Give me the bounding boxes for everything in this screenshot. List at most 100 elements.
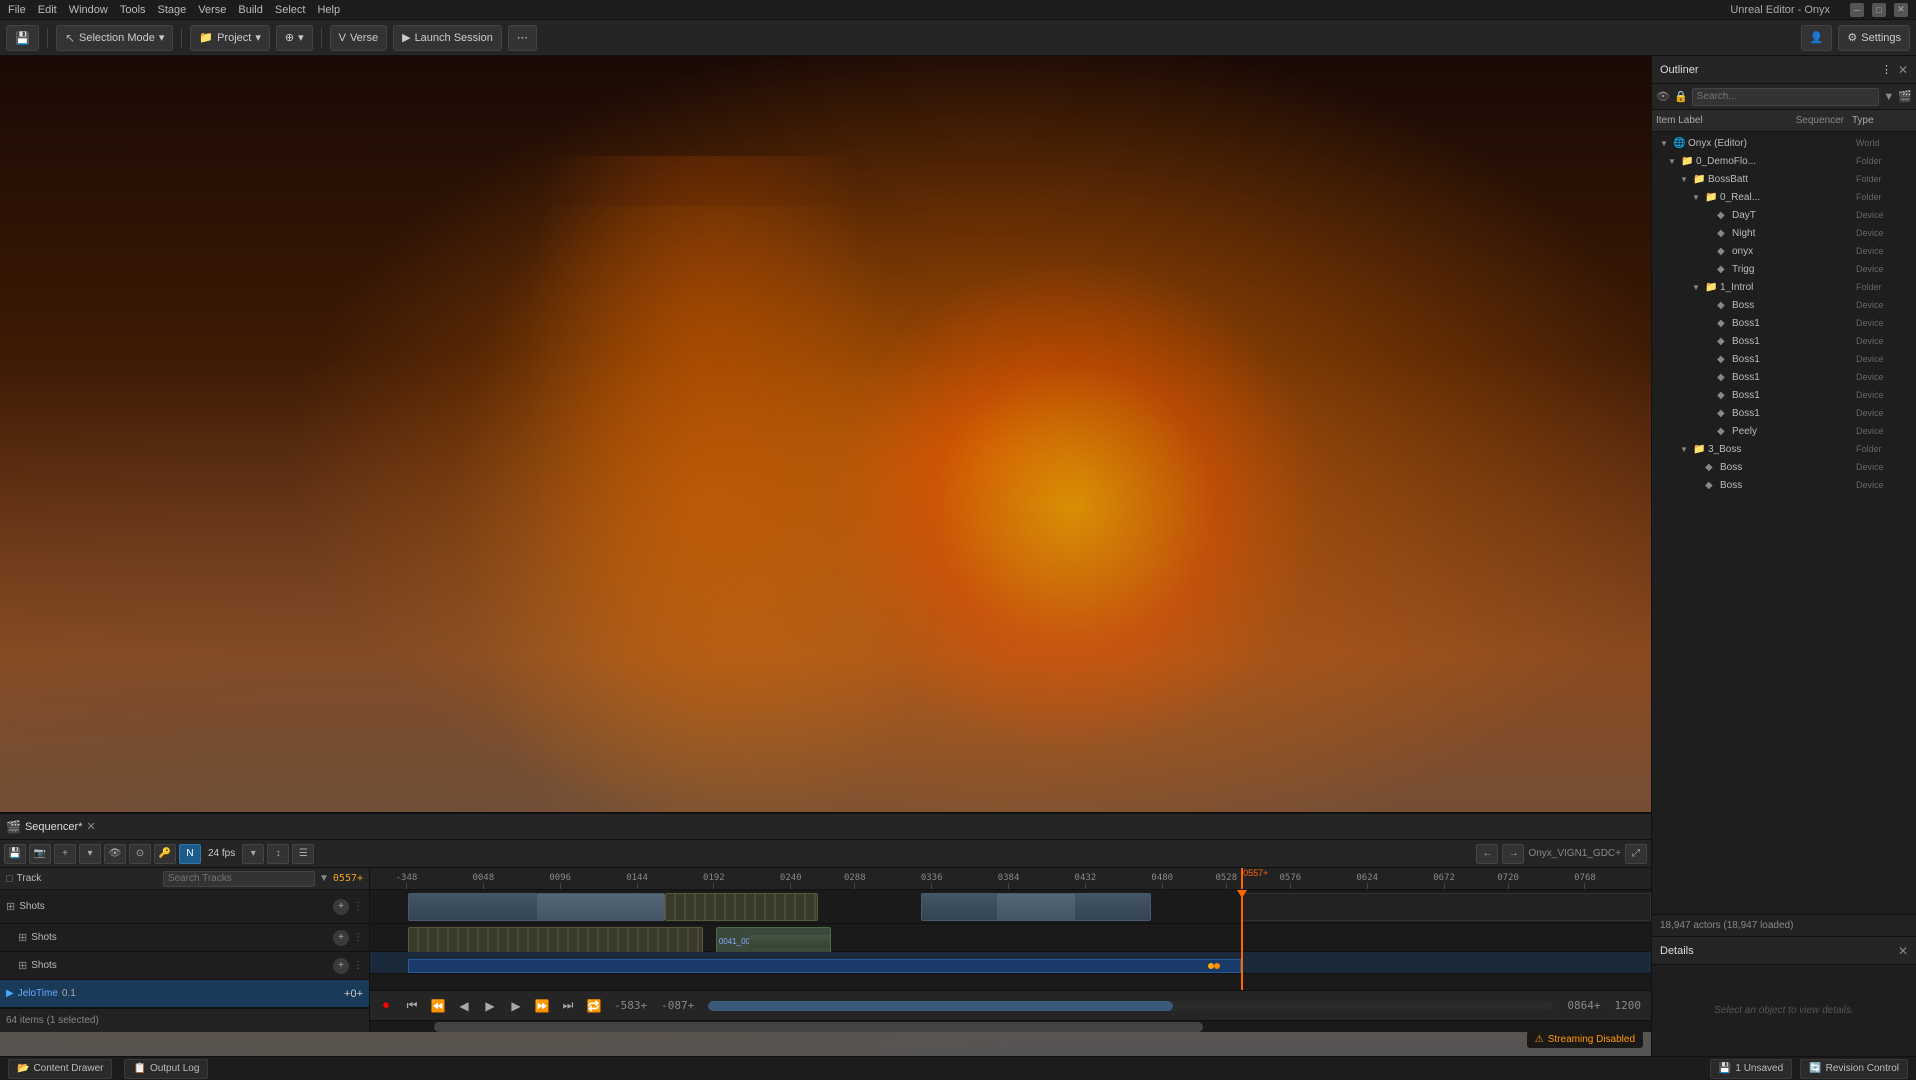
view-options-button[interactable]: 👤 [1801, 25, 1833, 51]
shots-sub-row1[interactable]: ⊞ Shots + ⋮ [0, 924, 369, 952]
more-options-button[interactable]: ⋯ [508, 25, 537, 51]
seq-lock-btn[interactable]: ⊙ [129, 844, 151, 864]
tree-item-peely[interactable]: ◆ Peely Device [1652, 422, 1916, 440]
tree-item-boss7[interactable]: ◆ Boss1 Device [1652, 404, 1916, 422]
output-log-button[interactable]: 📋 Output Log [124, 1059, 208, 1079]
tree-item-onyx2[interactable]: ◆ onyx Device [1652, 242, 1916, 260]
filter-icon[interactable]: ▼ [1883, 91, 1894, 103]
tree-item-trigg[interactable]: ◆ Trigg Device [1652, 260, 1916, 278]
track-search-input[interactable] [163, 871, 315, 887]
sequencer-close-button[interactable]: ✕ [86, 820, 95, 833]
tools-menu[interactable]: Tools [120, 4, 146, 16]
tree-item-1introl[interactable]: ▼ 📁 1_Introl Folder [1652, 278, 1916, 296]
select-menu[interactable]: Select [275, 4, 306, 16]
shots-track-row[interactable]: ⊞ Shots + ⋮ [0, 890, 369, 924]
tree-item-boss6[interactable]: ◆ Boss1 Device [1652, 386, 1916, 404]
go-start-btn[interactable]: ⏮ [402, 996, 422, 1016]
tree-item-boss5[interactable]: ◆ Boss1 Device [1652, 368, 1916, 386]
selection-mode-button[interactable]: ↖ Selection Mode ▾ [56, 25, 173, 51]
seq-camera-btn[interactable]: 📷 [29, 844, 51, 864]
jelo-time-track[interactable]: ▶ JeloTime 0.1 +0+ [0, 980, 369, 1008]
seq-next-btn[interactable]: → [1502, 844, 1524, 864]
shots-sub-add2[interactable]: + [333, 958, 349, 974]
clip-1[interactable] [408, 893, 664, 921]
project-button[interactable]: 📁 Project ▾ [190, 25, 269, 51]
seq-eye-btn[interactable]: 👁 [104, 844, 126, 864]
settings-button[interactable]: ⚙ Settings [1838, 25, 1910, 51]
step-back-btn[interactable]: ⏪ [428, 996, 448, 1016]
shots-sub-add1[interactable]: + [333, 930, 349, 946]
seq-save-btn[interactable]: 💾 [4, 844, 26, 864]
clip-sub1[interactable] [408, 927, 703, 955]
seq-play-range-btn[interactable]: ↕ [267, 844, 289, 864]
close-button[interactable]: ✕ [1894, 3, 1908, 17]
timeline-content[interactable]: 0041_0051 [370, 890, 1651, 990]
sequencer-icon[interactable]: 🎬 [1898, 90, 1912, 103]
seq-add-btn[interactable]: + [54, 844, 76, 864]
loop-btn[interactable]: 🔁 [584, 996, 604, 1016]
track-filter-btn[interactable]: ▼ [319, 873, 329, 884]
tree-item-boss2[interactable]: ◆ Boss1 Device [1652, 314, 1916, 332]
outliner-search-input[interactable] [1692, 88, 1880, 106]
sequencer-timeline[interactable]: -348 0048 0096 0144 [370, 868, 1651, 1032]
clip-2[interactable] [665, 893, 819, 921]
tree-item-0demofl[interactable]: ▼ 📁 0_DemoFlo... Folder [1652, 152, 1916, 170]
clip-3[interactable] [921, 893, 1152, 921]
seq-expand-btn[interactable]: ⤢ [1625, 844, 1647, 864]
lock-icon[interactable]: 🔒 [1674, 90, 1688, 103]
next-key-btn[interactable]: ▶ [506, 996, 526, 1016]
seq-prev-btn[interactable]: ← [1476, 844, 1498, 864]
prev-key-btn[interactable]: ◀ [454, 996, 474, 1016]
seq-misc-btn[interactable]: ☰ [292, 844, 314, 864]
tree-item-bossbatt[interactable]: ▼ 📁 BossBatt Folder [1652, 170, 1916, 188]
outliner-close-button[interactable]: ✕ [1898, 63, 1908, 77]
scrollbar-thumb[interactable] [434, 1022, 1203, 1032]
tree-item-onyx[interactable]: ▼ 🌐 Onyx (Editor) World [1652, 134, 1916, 152]
seq-key-btn[interactable]: 🔑 [154, 844, 176, 864]
edit-menu[interactable]: Edit [38, 4, 57, 16]
eye-icon[interactable]: 👁 [1656, 90, 1670, 103]
step-fwd-btn[interactable]: ⏩ [532, 996, 552, 1016]
content-drawer-button[interactable]: 📂 Content Drawer [8, 1059, 112, 1079]
shots-options[interactable]: ⋮ [353, 901, 363, 912]
build-menu[interactable]: Build [238, 4, 262, 16]
tree-item-boss8[interactable]: ◆ Boss Device [1652, 458, 1916, 476]
window-menu[interactable]: Window [69, 4, 108, 16]
shots-sub-options2[interactable]: ⋮ [353, 960, 363, 971]
revision-control-button[interactable]: 🔄 Revision Control [1800, 1059, 1908, 1079]
verse-menu[interactable]: Verse [198, 4, 226, 16]
shots-add-button[interactable]: + [333, 899, 349, 915]
maximize-button[interactable]: □ [1872, 3, 1886, 17]
tree-item-dayt[interactable]: ◆ DayT Device [1652, 206, 1916, 224]
shots-sub-options1[interactable]: ⋮ [353, 932, 363, 943]
verse-button[interactable]: V Verse [330, 25, 387, 51]
progress-bar-container[interactable] [708, 1001, 1553, 1011]
go-end-btn[interactable]: ⏭ [558, 996, 578, 1016]
help-menu[interactable]: Help [317, 4, 340, 16]
tree-item-boss1[interactable]: ◆ Boss Device [1652, 296, 1916, 314]
details-close-button[interactable]: ✕ [1898, 944, 1908, 958]
tree-item-boss4[interactable]: ◆ Boss1 Device [1652, 350, 1916, 368]
minimize-button[interactable]: ─ [1850, 3, 1864, 17]
revision-icon: 🔄 [1809, 1063, 1821, 1074]
play-btn[interactable]: ▶ [480, 996, 500, 1016]
unsaved-button[interactable]: 💾 1 Unsaved [1710, 1059, 1792, 1079]
tree-item-boss9[interactable]: ◆ Boss Device [1652, 476, 1916, 494]
shots-sub-row2[interactable]: ⊞ Shots + ⋮ [0, 952, 369, 980]
toolbar-extra-button[interactable]: ⊕ ▾ [276, 25, 313, 51]
outliner-menu-icon[interactable]: ⋮ [1881, 63, 1892, 76]
clip-sub2[interactable]: 0041_0051 [716, 927, 831, 955]
save-button[interactable]: 💾 [6, 25, 39, 51]
seq-filter-btn[interactable]: ▾ [79, 844, 101, 864]
seq-select-btn[interactable]: N [179, 844, 201, 864]
tree-item-0real[interactable]: ▼ 📁 0_Real... Folder [1652, 188, 1916, 206]
file-menu[interactable]: File [8, 4, 26, 16]
tree-item-boss3[interactable]: ◆ Boss1 Device [1652, 332, 1916, 350]
timeline-scrollbar[interactable] [370, 1020, 1651, 1032]
stage-menu[interactable]: Stage [158, 4, 187, 16]
seq-fps-btn[interactable]: ▾ [242, 844, 264, 864]
launch-session-button[interactable]: ▶ Launch Session [393, 25, 502, 51]
record-btn[interactable]: ⏺ [376, 996, 396, 1016]
tree-item-3boss[interactable]: ▼ 📁 3_Boss Folder [1652, 440, 1916, 458]
tree-item-night[interactable]: ◆ Night Device [1652, 224, 1916, 242]
